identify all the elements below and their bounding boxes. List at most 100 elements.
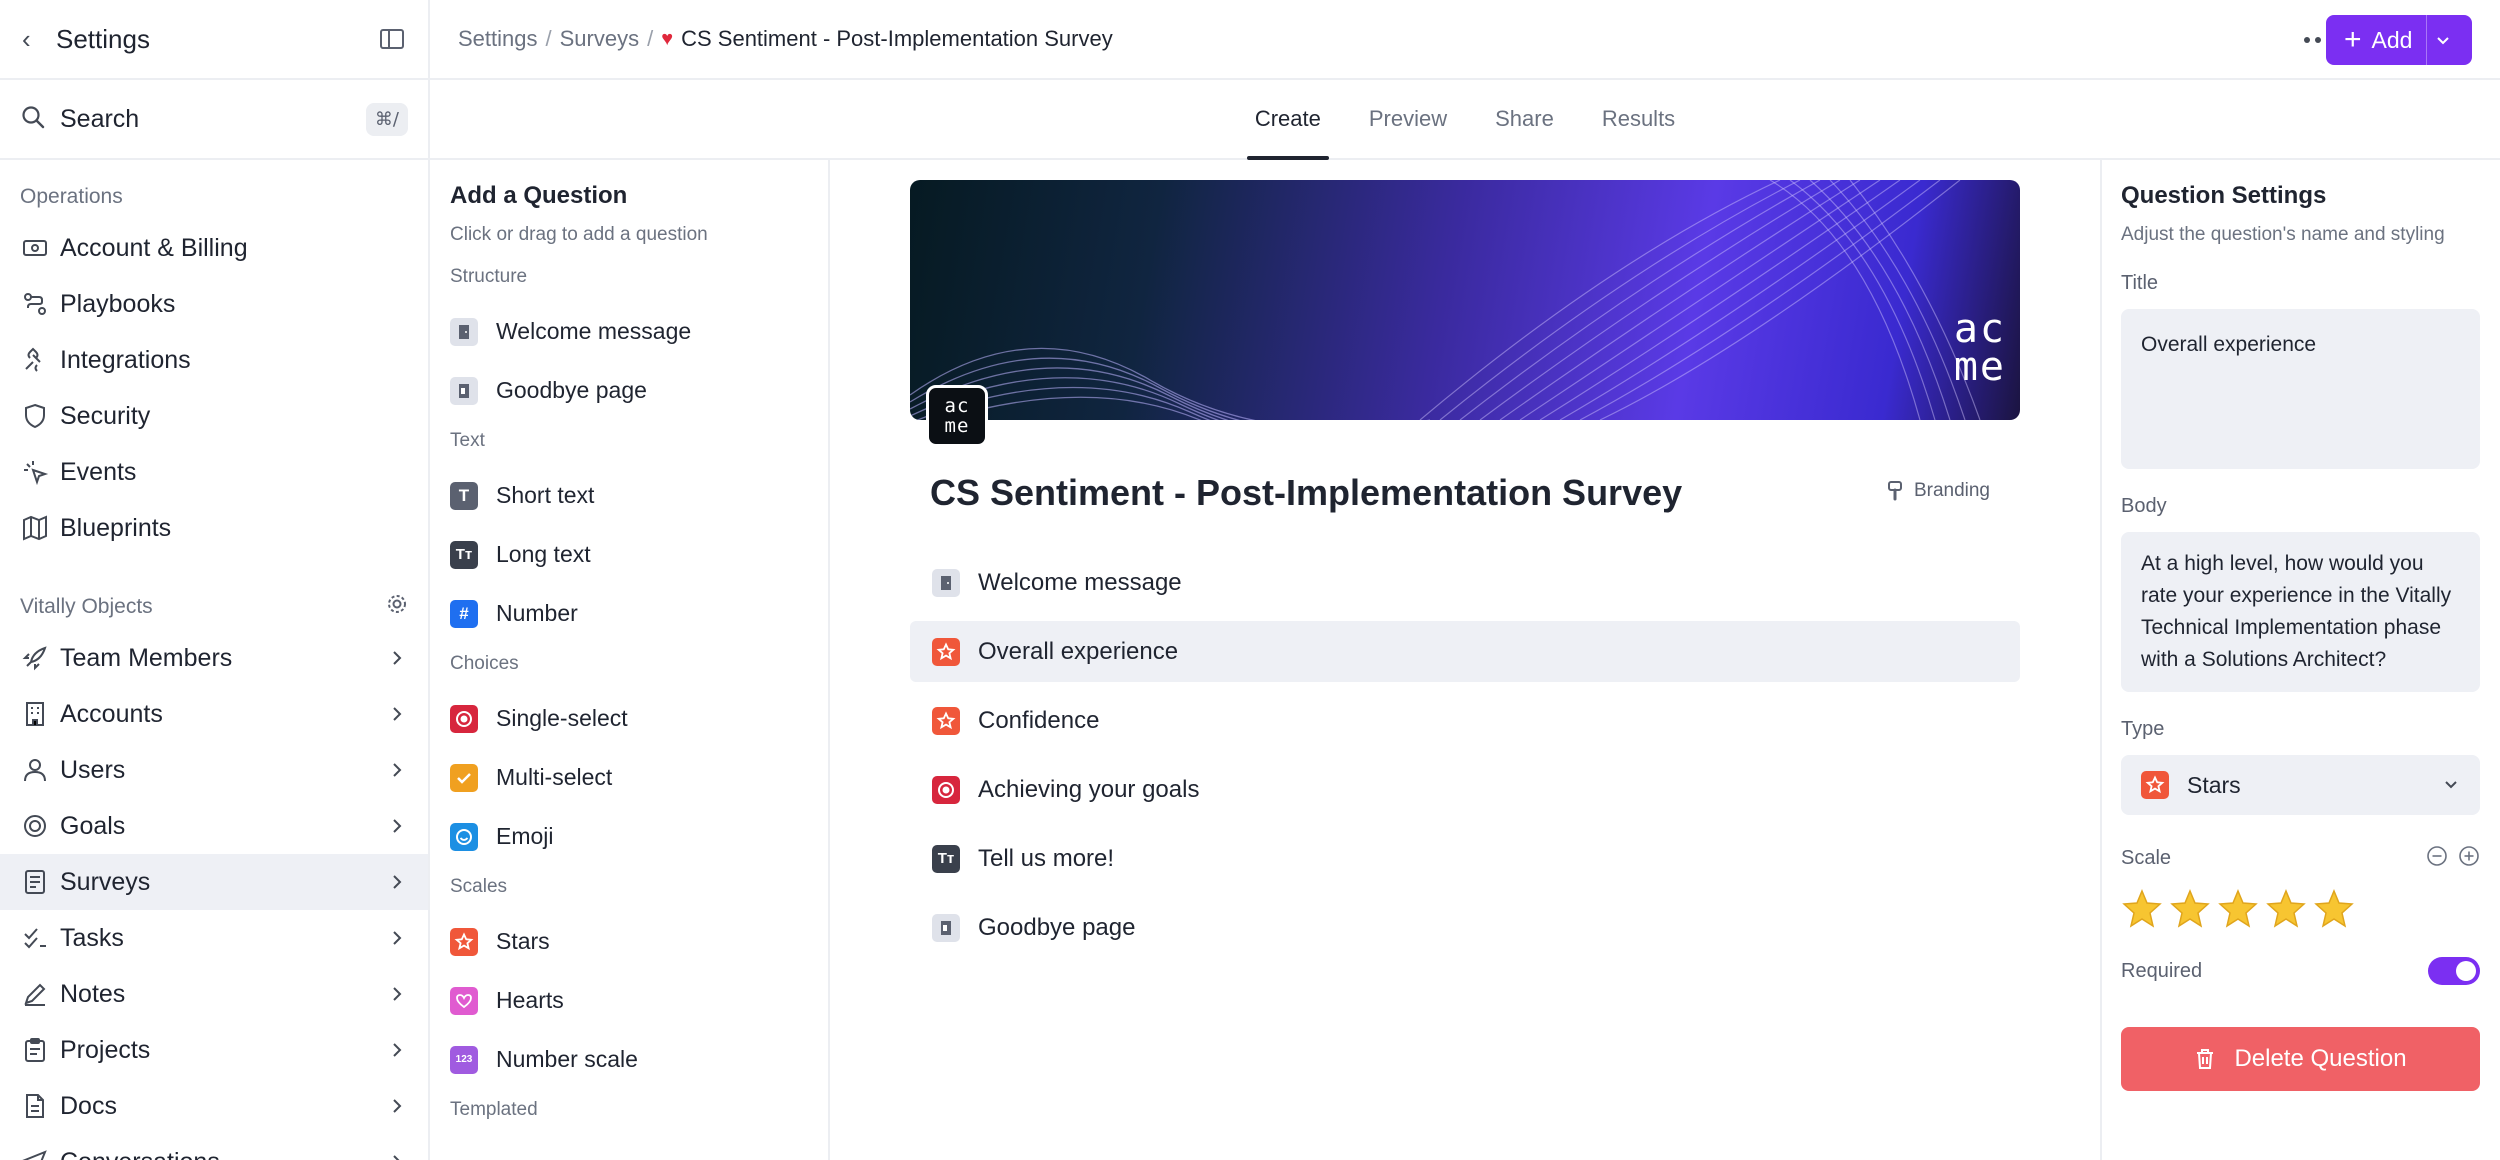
survey-item-achieving-goals[interactable]: Achieving your goals — [910, 759, 2020, 820]
chevron-right-icon — [386, 759, 408, 781]
sidebar-item-playbooks[interactable]: Playbooks — [0, 276, 428, 332]
survey-item-tell-us-more[interactable]: Tт Tell us more! — [910, 828, 2020, 889]
scale-row: Scale — [2121, 845, 2480, 872]
conversation-icon — [20, 1147, 50, 1160]
scale-stars-preview — [2121, 888, 2480, 935]
required-toggle[interactable] — [2428, 957, 2480, 985]
type-select[interactable]: Stars — [2121, 755, 2480, 815]
building-icon — [20, 699, 50, 729]
acme-avatar-logo[interactable]: ac me — [926, 385, 988, 447]
tab-results[interactable]: Results — [1594, 80, 1683, 158]
scale-label: Scale — [2121, 847, 2172, 869]
add-number-scale[interactable]: 123 Number scale — [450, 1030, 808, 1089]
sidebar-item-tasks[interactable]: Tasks — [0, 910, 428, 966]
search-label: Search — [60, 104, 140, 133]
add-number[interactable]: # Number — [450, 584, 808, 643]
delete-question-button[interactable]: Delete Question — [2121, 1027, 2480, 1091]
add-button[interactable]: + Add — [2326, 15, 2472, 65]
scale-star-icon — [2217, 888, 2259, 935]
long-text-icon: Tт — [450, 540, 478, 569]
survey-tabs: Create Preview Share Results — [430, 80, 2500, 160]
clipboard-icon — [20, 1035, 50, 1065]
tab-create[interactable]: Create — [1246, 80, 1329, 160]
add-multi-select[interactable]: Multi-select — [450, 748, 808, 807]
sidebar-item-accounts[interactable]: Accounts — [0, 686, 428, 742]
add-emoji[interactable]: Emoji — [450, 807, 808, 866]
sidebar-item-notes[interactable]: Notes — [0, 966, 428, 1022]
radio-target-icon — [450, 704, 478, 733]
sidebar-item-events[interactable]: Events — [0, 444, 428, 500]
add-question-panel: Add a Question Click or drag to add a qu… — [430, 160, 830, 1160]
scale-star-icon — [2121, 888, 2163, 935]
breadcrumb: Settings / Surveys / ♥ CS Sentiment - Po… — [458, 26, 1113, 52]
group-text: Text — [450, 430, 485, 451]
gear-icon[interactable] — [386, 593, 408, 621]
question-settings-title: Question Settings — [2121, 182, 2327, 209]
collapse-sidebar-icon[interactable] — [378, 25, 406, 53]
sidebar-item-projects[interactable]: Projects — [0, 1022, 428, 1078]
tab-share[interactable]: Share — [1487, 80, 1562, 158]
sidebar-title: Settings — [56, 23, 150, 54]
sidebar-group-objects: Vitally Objects — [0, 584, 428, 630]
sidebar-group-operations: Operations — [20, 185, 123, 208]
sidebar-item-goals[interactable]: Goals — [0, 798, 428, 854]
minus-circle-icon[interactable] — [2426, 845, 2448, 872]
doc-icon — [20, 1091, 50, 1121]
scale-star-icon — [2313, 888, 2355, 935]
plus-circle-icon[interactable] — [2458, 845, 2480, 872]
breadcrumb-current: ♥ CS Sentiment - Post-Implementation Sur… — [661, 26, 1113, 51]
add-long-text[interactable]: Tт Long text — [450, 525, 808, 584]
survey-item-goodbye[interactable]: Goodbye page — [910, 897, 2020, 958]
sidebar-item-team-members[interactable]: Team Members — [0, 630, 428, 686]
goal-icon — [20, 811, 50, 841]
body-field[interactable]: At a high level, how would you rate your… — [2121, 532, 2480, 692]
branding-button[interactable]: Branding — [1886, 480, 1990, 502]
trash-icon — [2197, 1049, 2214, 1069]
star-icon — [932, 706, 960, 735]
search-shortcut-badge: ⌘/ — [365, 102, 408, 136]
sidebar-item-integrations[interactable]: Integrations — [0, 332, 428, 388]
paint-brush-icon — [1887, 481, 1902, 501]
tasks-icon — [20, 923, 50, 953]
sidebar-item-security[interactable]: Security — [0, 388, 428, 444]
sidebar-search[interactable]: Search ⌘/ — [0, 80, 428, 160]
survey-banner-image[interactable]: ac me — [910, 180, 2020, 420]
title-field[interactable]: Overall experience — [2121, 309, 2480, 469]
breadcrumb-settings[interactable]: Settings — [458, 26, 538, 52]
add-short-text[interactable]: T Short text — [450, 466, 808, 525]
search-icon — [20, 104, 46, 135]
survey-item-overall-experience[interactable]: Overall experience — [910, 621, 2020, 682]
user-icon — [20, 755, 50, 785]
breadcrumb-surveys[interactable]: Surveys — [560, 26, 639, 52]
wave-pattern-graphic — [910, 180, 1981, 420]
billing-icon — [20, 233, 50, 263]
long-text-icon: Tт — [932, 844, 960, 873]
sidebar-item-blueprints[interactable]: Blueprints — [0, 500, 428, 556]
add-goodbye-page[interactable]: Goodbye page — [450, 361, 808, 420]
back-chevron-icon[interactable]: ‹ — [22, 24, 52, 55]
chevron-right-icon — [386, 815, 408, 837]
add-welcome-message[interactable]: Welcome message — [450, 302, 808, 361]
sidebar-item-users[interactable]: Users — [0, 742, 428, 798]
chevron-right-icon — [386, 703, 408, 725]
welcome-door-icon — [932, 568, 960, 597]
question-settings-subtitle: Adjust the question's name and styling — [2121, 224, 2445, 245]
star-icon — [2141, 771, 2169, 799]
heart-icon: ♥ — [661, 27, 674, 50]
rocket-icon — [20, 643, 50, 673]
required-row: Required — [2121, 957, 2480, 985]
add-single-select[interactable]: Single-select — [450, 689, 808, 748]
sidebar-item-conversations[interactable]: Conversations — [0, 1134, 428, 1160]
survey-item-welcome[interactable]: Welcome message — [910, 552, 2020, 613]
survey-title[interactable]: CS Sentiment - Post-Implementation Surve… — [930, 472, 1682, 514]
survey-item-confidence[interactable]: Confidence — [910, 690, 2020, 751]
sidebar-item-account-billing[interactable]: Account & Billing — [0, 220, 428, 276]
sidebar-item-docs[interactable]: Docs — [0, 1078, 428, 1134]
tab-preview[interactable]: Preview — [1361, 80, 1455, 158]
add-stars[interactable]: Stars — [450, 912, 808, 971]
sidebar-item-surveys[interactable]: Surveys — [0, 854, 428, 910]
breadcrumb-separator: / — [545, 26, 552, 51]
scale-star-icon — [2265, 888, 2307, 935]
group-templated: Templated — [450, 1099, 538, 1120]
add-hearts[interactable]: Hearts — [450, 971, 808, 1030]
